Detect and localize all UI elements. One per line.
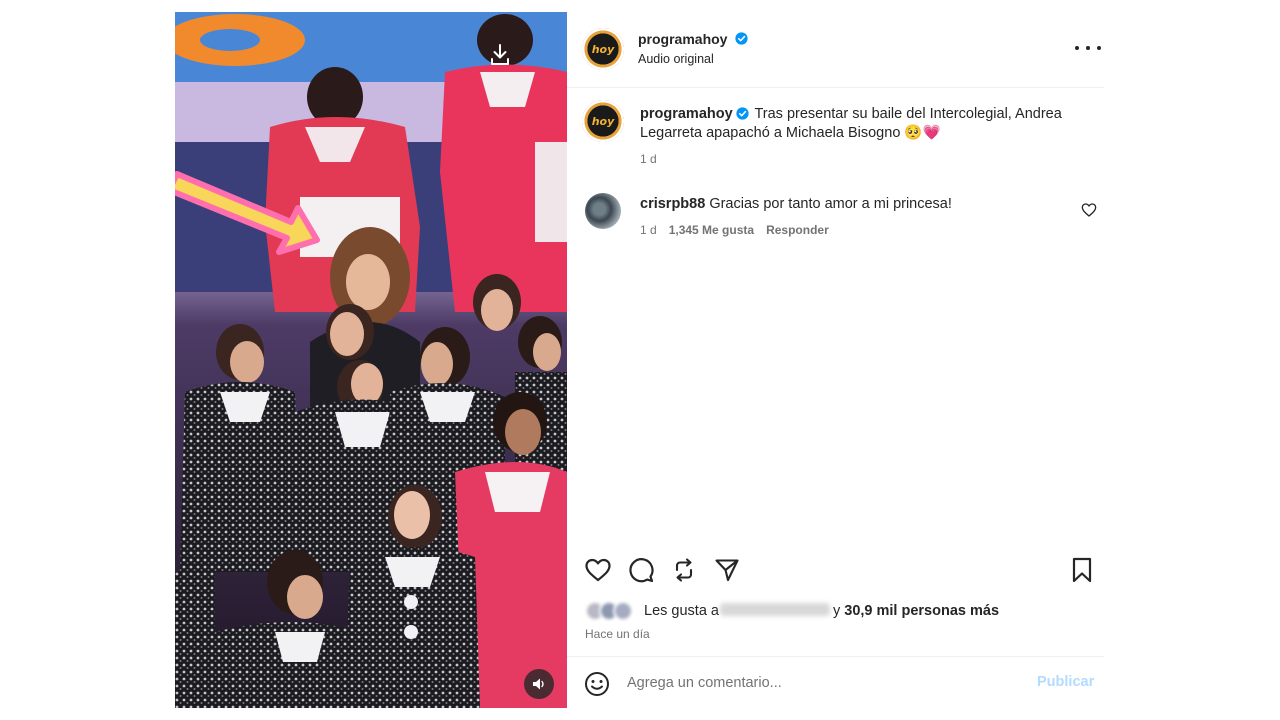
likes-prefix: Les gusta a <box>644 603 719 619</box>
volume-icon <box>533 678 544 690</box>
publish-button[interactable]: Publicar <box>1037 674 1094 690</box>
blurred-username <box>719 603 830 616</box>
verified-badge-icon <box>736 107 749 120</box>
share-button[interactable] <box>712 555 742 585</box>
comment: crisrpb88 Gracias por tanto amor a mi pr… <box>640 196 952 212</box>
caption-avatar[interactable]: hoy <box>582 100 624 142</box>
commenter-avatar[interactable] <box>585 193 621 229</box>
heart-icon <box>585 558 611 582</box>
likes-count[interactable]: 30,9 mil personas más <box>844 603 999 619</box>
post-caption: programahoy Tras presentar su baile del … <box>640 105 1090 143</box>
add-comment-bar: Publicar <box>567 656 1104 708</box>
like-button[interactable] <box>583 555 613 585</box>
likes-summary[interactable]: Les gusta a y 30,9 mil personas más <box>585 601 1085 621</box>
comment-input[interactable] <box>627 671 1007 695</box>
likes-suffix: y <box>832 603 841 619</box>
avatar-logo-text: hoy <box>591 42 615 56</box>
heart-icon[interactable] <box>1081 202 1097 218</box>
liker-avatar <box>613 601 633 621</box>
likes-text: Les gusta a y 30,9 mil personas más <box>644 603 999 619</box>
emoji-icon[interactable] <box>584 671 610 697</box>
post-timestamp: Hace un día <box>585 627 650 641</box>
repost-button[interactable] <box>669 555 699 585</box>
comment-icon <box>629 558 654 583</box>
download-button[interactable] <box>487 42 513 68</box>
comment-meta: 1 d 1,345 Me gusta Responder <box>640 223 829 237</box>
audio-toggle-button[interactable] <box>524 669 554 699</box>
post-actions <box>567 555 1104 585</box>
bookmark-icon <box>1072 557 1092 583</box>
repost-icon <box>675 558 693 582</box>
comment-username[interactable]: crisrpb88 <box>640 196 705 212</box>
verified-badge-icon <box>735 32 748 45</box>
audio-link[interactable]: Audio original <box>638 52 714 66</box>
author-username[interactable]: programahoy <box>638 31 727 47</box>
reply-button[interactable]: Responder <box>766 223 829 237</box>
save-button[interactable] <box>1067 555 1097 585</box>
avatar-logo-text: hoy <box>591 114 615 128</box>
comment-button[interactable] <box>626 555 656 585</box>
caption-username[interactable]: programahoy <box>640 106 733 122</box>
more-options-icon[interactable] <box>1075 42 1101 54</box>
download-icon <box>491 44 509 65</box>
comment-timestamp: 1 d <box>640 223 657 237</box>
author-avatar[interactable]: hoy <box>582 28 624 70</box>
comment-likes-count[interactable]: 1,345 Me gusta <box>669 223 754 237</box>
post-header: hoy programahoy Audio original <box>567 12 1104 88</box>
caption-emojis: 🥺💗 <box>904 125 941 141</box>
video-frame <box>175 12 567 708</box>
post-details-panel: hoy programahoy Audio original hoy progr… <box>567 12 1104 708</box>
share-icon <box>715 559 739 582</box>
comment-text: Gracias por tanto amor a mi princesa! <box>709 196 952 212</box>
post-media[interactable] <box>175 12 567 708</box>
caption-timestamp: 1 d <box>640 152 657 166</box>
